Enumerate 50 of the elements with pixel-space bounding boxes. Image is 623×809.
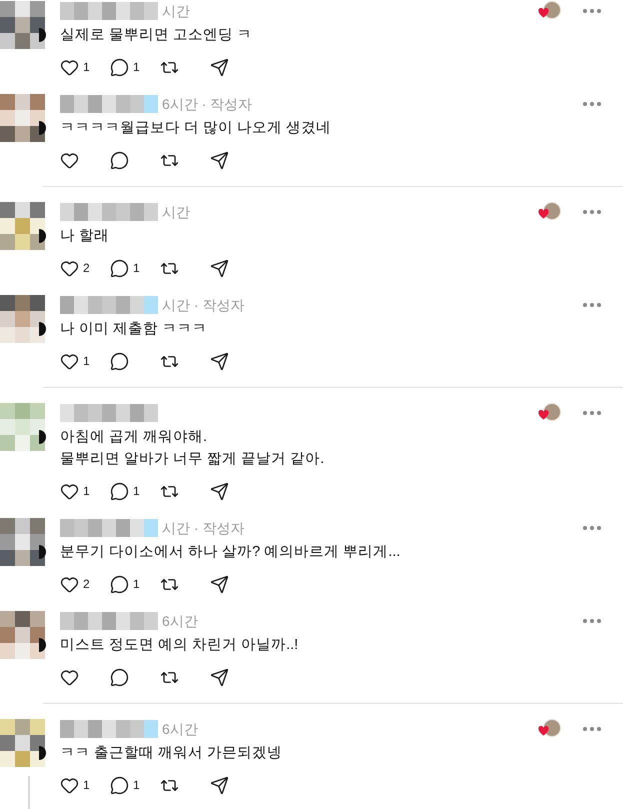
comment-text: ㅋㅋㅋㅋ월급보다 더 많이 나오게 생겼네	[60, 119, 332, 138]
reply-button[interactable]: 1	[110, 568, 146, 600]
reply-button[interactable]: 1	[110, 769, 146, 801]
timestamp: 6시간	[162, 612, 198, 630]
speech-bubble-icon	[110, 668, 129, 686]
timestamp: 6시간	[162, 720, 198, 738]
like-button[interactable]: 1	[60, 769, 96, 801]
paper-plane-icon	[210, 352, 229, 370]
timestamp: 시간	[162, 202, 190, 222]
paper-plane-icon	[210, 258, 229, 278]
comment-text: 나 이미 제출함 ㅋㅋㅋ	[60, 320, 208, 339]
paper-plane-icon	[210, 150, 229, 170]
speech-bubble-icon	[110, 482, 129, 500]
heart-icon	[60, 352, 79, 370]
timestamp: 시간	[162, 2, 190, 20]
heart-icon	[60, 58, 79, 76]
comment-text: 미스트 정도면 예의 차린거 아닐까..!	[60, 636, 300, 655]
speech-bubble-icon	[110, 150, 129, 170]
like-button[interactable]: 2	[60, 252, 96, 284]
paper-plane-icon	[210, 482, 229, 500]
speech-bubble-icon	[110, 574, 129, 594]
heart-icon	[60, 776, 79, 794]
reply-button[interactable]: 1	[110, 475, 146, 507]
comment-text: 분무기 다이소에서 하나 살까? 예의바르게 뿌리게...	[60, 543, 402, 562]
heart-icon	[60, 150, 79, 170]
comment-text: 실제로 물뿌리면 고소엔딩 ㅋ	[60, 26, 254, 45]
comment-text: 나 할래	[60, 227, 110, 246]
heart-icon	[60, 574, 79, 594]
heart-icon	[60, 482, 79, 500]
reply-button[interactable]: 1	[110, 51, 146, 83]
timestamp: 시간 · 작성자	[162, 518, 244, 538]
like-button[interactable]: 1	[60, 51, 96, 83]
timestamp: 시간 · 작성자	[162, 296, 244, 314]
comment-text: ㅋㅋ 출근할때 깨워서 가믄되겠넹	[60, 744, 284, 763]
heart-icon	[60, 668, 79, 686]
paper-plane-icon	[210, 668, 229, 686]
heart-icon	[60, 258, 79, 278]
like-button[interactable]: 2	[60, 568, 96, 600]
speech-bubble-icon	[110, 352, 129, 370]
like-button[interactable]: 1	[60, 475, 96, 507]
speech-bubble-icon	[110, 258, 129, 278]
paper-plane-icon	[210, 776, 229, 794]
paper-plane-icon	[210, 574, 229, 594]
comment-text: 아침에 곱게 깨워야해. 물뿌리면 알바가 너무 짧게 끝날거 같아.	[60, 428, 326, 469]
speech-bubble-icon	[110, 58, 129, 76]
timestamp: 6시간 · 작성자	[162, 94, 252, 114]
speech-bubble-icon	[110, 776, 129, 794]
like-button[interactable]: 1	[60, 345, 96, 377]
paper-plane-icon	[210, 58, 229, 76]
reply-button[interactable]: 1	[110, 252, 146, 284]
